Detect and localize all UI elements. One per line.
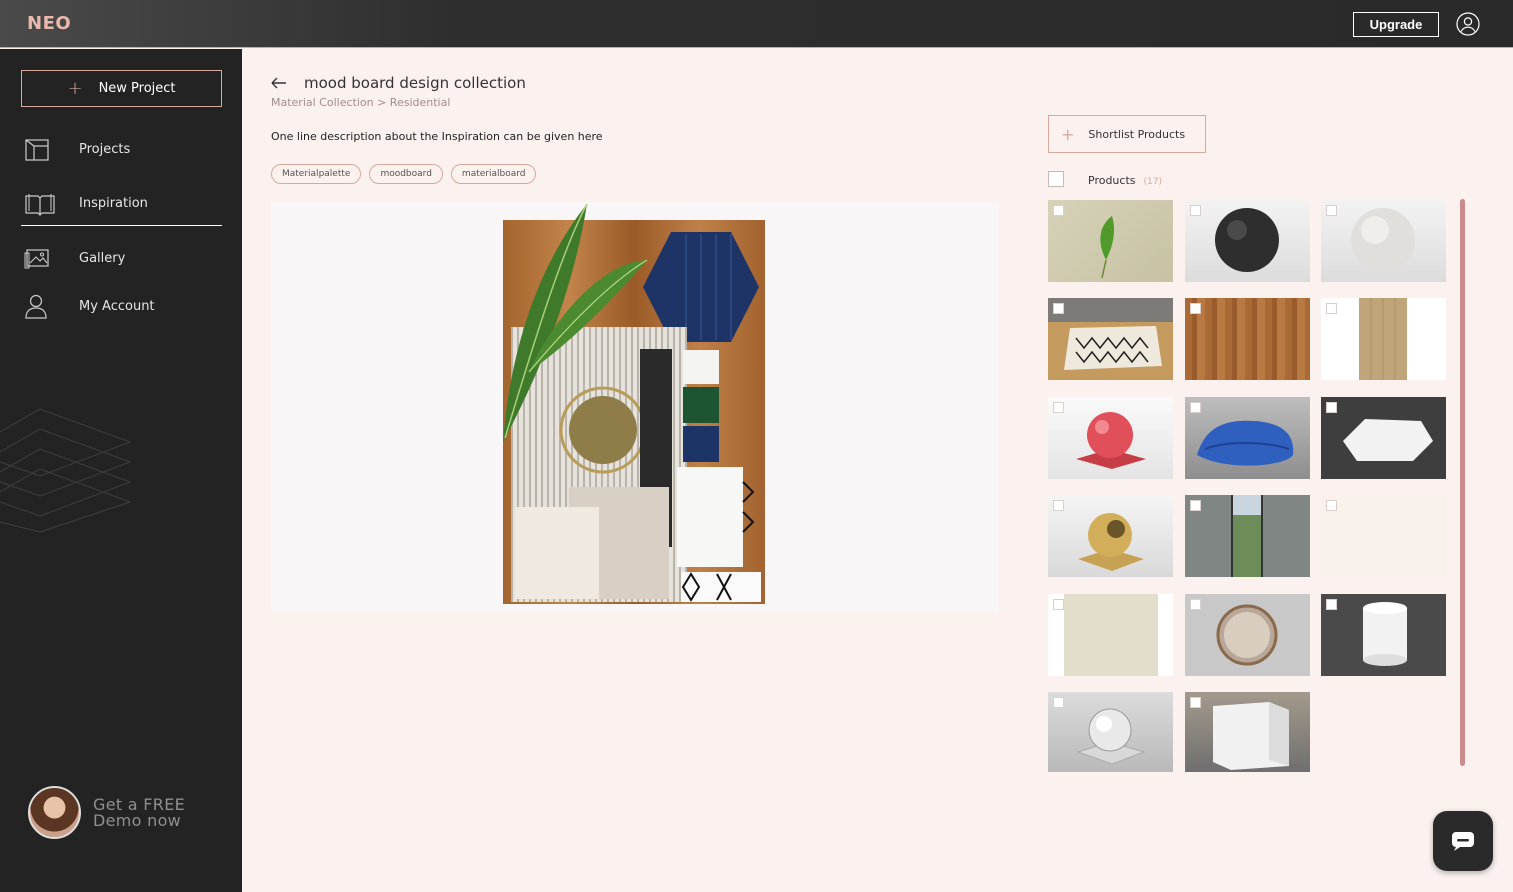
tag-chip[interactable]: materialboard bbox=[450, 164, 537, 184]
top-bar: NEO Upgrade bbox=[0, 0, 1513, 48]
sidebar-item-label: Projects bbox=[79, 141, 131, 157]
product-tile-blank-cream[interactable] bbox=[1321, 495, 1446, 577]
upgrade-button[interactable]: Upgrade bbox=[1353, 12, 1439, 37]
user-profile-icon[interactable] bbox=[1456, 12, 1480, 36]
sidebar-item-label: Gallery bbox=[79, 250, 126, 266]
product-checkbox[interactable] bbox=[1190, 205, 1201, 216]
product-checkbox[interactable] bbox=[1190, 697, 1201, 708]
book-icon bbox=[25, 193, 55, 216]
product-checkbox[interactable] bbox=[1053, 599, 1064, 610]
product-tile-red-sphere[interactable] bbox=[1048, 397, 1173, 479]
product-tile-cream-panel[interactable] bbox=[1048, 594, 1173, 676]
product-tile-white-hexagon[interactable] bbox=[1321, 397, 1446, 479]
avatar bbox=[28, 786, 81, 839]
projects-icon bbox=[25, 139, 49, 161]
sidebar-item-label: Inspiration bbox=[79, 196, 148, 211]
sidebar-item-gallery[interactable]: Gallery bbox=[21, 236, 222, 280]
shortlist-products-button[interactable]: + Shortlist Products bbox=[1048, 115, 1206, 153]
new-project-label: New Project bbox=[98, 81, 176, 96]
product-checkbox[interactable] bbox=[1190, 599, 1201, 610]
product-list-scrollbar[interactable] bbox=[1460, 199, 1465, 766]
product-checkbox[interactable] bbox=[1190, 402, 1201, 413]
products-count: (17) bbox=[1143, 177, 1162, 187]
product-tile-round-mirror[interactable] bbox=[1185, 594, 1310, 676]
product-checkbox[interactable] bbox=[1326, 303, 1337, 314]
demo-line-2: Demo now bbox=[93, 810, 182, 830]
user-icon bbox=[25, 294, 47, 319]
product-tile-gold-sphere[interactable] bbox=[1048, 495, 1173, 577]
products-label: Products bbox=[1088, 174, 1136, 187]
plus-icon: + bbox=[67, 78, 83, 99]
tag-chip[interactable]: Materialpalette bbox=[271, 164, 362, 184]
product-tile-glass-sphere[interactable] bbox=[1048, 692, 1173, 772]
product-checkbox[interactable] bbox=[1053, 205, 1064, 216]
product-checkbox[interactable] bbox=[1053, 402, 1064, 413]
product-checkbox[interactable] bbox=[1053, 500, 1064, 511]
new-project-button[interactable]: + New Project bbox=[21, 70, 222, 107]
inspiration-description: One line description about the Inspirati… bbox=[271, 130, 603, 143]
product-tile-window-view[interactable] bbox=[1185, 495, 1310, 577]
products-header: Products (17) bbox=[1088, 174, 1162, 187]
sidebar-item-inspiration[interactable]: Inspiration bbox=[21, 182, 222, 226]
free-demo-promo[interactable]: Get a FREE Demo now bbox=[28, 786, 185, 839]
select-all-checkbox[interactable] bbox=[1048, 171, 1064, 187]
product-tile-white-sphere[interactable] bbox=[1321, 200, 1446, 282]
product-checkbox[interactable] bbox=[1326, 500, 1337, 511]
product-checkbox[interactable] bbox=[1190, 303, 1201, 314]
product-checkbox[interactable] bbox=[1053, 303, 1064, 314]
product-tile-dark-sphere[interactable] bbox=[1185, 200, 1310, 282]
product-tile-leaf-on-fabric[interactable] bbox=[1048, 200, 1173, 282]
product-tile-oak-panel[interactable] bbox=[1321, 298, 1446, 380]
product-tile-patterned-rug[interactable] bbox=[1048, 298, 1173, 380]
decorative-layers-graphic bbox=[0, 408, 132, 533]
tag-chip[interactable]: moodboard bbox=[369, 164, 443, 184]
sidebar-item-label: My Account bbox=[79, 298, 155, 314]
chat-widget-button[interactable] bbox=[1433, 811, 1493, 871]
sidebar-item-my-account[interactable]: My Account bbox=[21, 284, 222, 328]
product-tile-white-cylinder[interactable] bbox=[1321, 594, 1446, 676]
product-checkbox[interactable] bbox=[1190, 500, 1201, 511]
product-checkbox[interactable] bbox=[1326, 205, 1337, 216]
shortlist-label: Shortlist Products bbox=[1088, 127, 1186, 141]
sidebar-item-projects[interactable]: Projects bbox=[21, 127, 222, 171]
tag-list: Materialpalette moodboard materialboard bbox=[271, 164, 537, 184]
breadcrumb[interactable]: Material Collection > Residential bbox=[271, 96, 450, 109]
plus-icon: + bbox=[1061, 124, 1075, 144]
product-tile-white-cube[interactable] bbox=[1185, 692, 1310, 772]
page-title: mood board design collection bbox=[304, 74, 526, 92]
gallery-icon bbox=[24, 249, 49, 269]
product-tile-blue-towel[interactable] bbox=[1185, 397, 1310, 479]
sidebar: + New Project Projects Inspiration Galle… bbox=[0, 49, 242, 892]
product-tile-wood-planks[interactable] bbox=[1185, 298, 1310, 380]
app-logo[interactable]: NEO bbox=[27, 13, 71, 34]
product-checkbox[interactable] bbox=[1326, 599, 1337, 610]
product-checkbox[interactable] bbox=[1326, 402, 1337, 413]
moodboard-image bbox=[271, 202, 999, 612]
chat-icon bbox=[1452, 832, 1474, 851]
back-arrow-icon[interactable] bbox=[270, 74, 288, 92]
product-checkbox[interactable] bbox=[1053, 697, 1064, 708]
